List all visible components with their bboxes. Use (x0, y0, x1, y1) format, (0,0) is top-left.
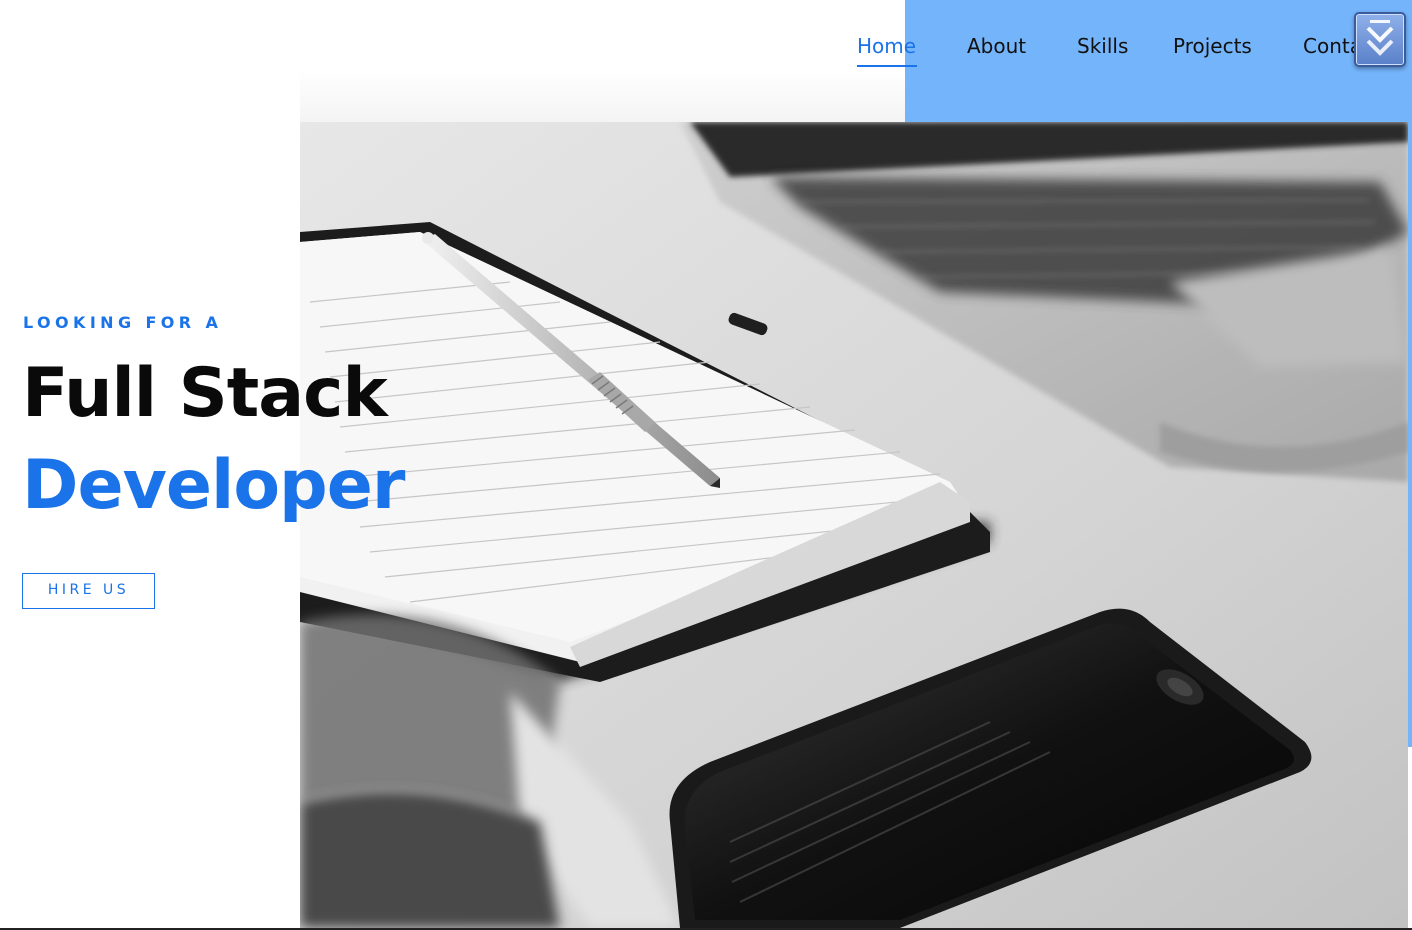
nav-projects-link[interactable]: Projects (1173, 34, 1252, 58)
nav-skills-link[interactable]: Skills (1077, 34, 1128, 58)
nav-highlight-panel (905, 0, 1412, 122)
nav-active-underline (857, 65, 917, 67)
nav-home-link[interactable]: Home (857, 34, 916, 58)
hero-kicker: LOOKING FOR A (23, 313, 223, 332)
double-chevron-down-icon (1366, 20, 1394, 56)
nav-shadow (300, 70, 905, 122)
scroll-to-bottom-button[interactable] (1354, 12, 1406, 67)
nav-about-link[interactable]: About (967, 34, 1026, 58)
hire-us-button[interactable]: HIRE US (22, 573, 155, 609)
right-accent-strip (1408, 122, 1412, 747)
hero-title-line2: Developer (22, 446, 405, 525)
desk-workspace-photo (300, 122, 1408, 928)
hero-title-line1: Full Stack (22, 354, 388, 433)
hero-image (300, 122, 1408, 928)
